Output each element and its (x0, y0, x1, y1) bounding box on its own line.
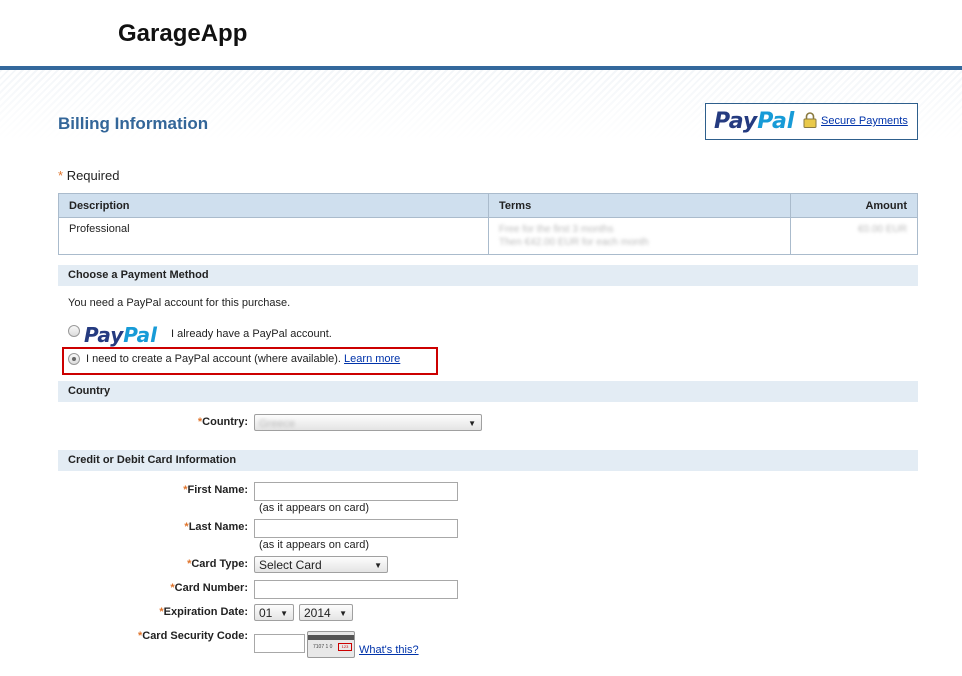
exp-year-value: 2014 (304, 606, 331, 620)
amount-value: €0.00 EUR (858, 224, 907, 235)
chevron-down-icon: ▼ (339, 609, 347, 618)
security-code-input[interactable] (254, 634, 305, 653)
header: GarageApp (0, 0, 962, 66)
radio-existing-paypal[interactable] (68, 325, 80, 337)
header-amount: Amount (790, 193, 918, 218)
section-title: Credit or Debit Card Information (68, 454, 237, 466)
card-type-label-text: Card Type: (191, 558, 248, 570)
first-name-label-text: First Name: (187, 484, 248, 496)
paypal-logo: PayPal (714, 109, 794, 134)
learn-more-link[interactable]: Learn more (344, 353, 400, 365)
radio-selected-dot (72, 357, 76, 361)
country-select[interactable]: Greece ▼ (254, 414, 482, 431)
required-note: * Required (58, 168, 119, 183)
app-title: GarageApp (118, 20, 248, 47)
whats-this-link[interactable]: What's this? (359, 644, 419, 656)
required-text: Required (66, 168, 120, 183)
paypal-logo-pay: Pay (714, 109, 758, 134)
last-name-label-text: Last Name: (188, 521, 248, 533)
cell-amount: €0.00 EUR (790, 217, 918, 255)
page-title: Billing Information (58, 114, 209, 133)
existing-paypal-label[interactable]: I already have a PayPal account. (171, 328, 332, 340)
paypal-logo-pay: Pay (84, 323, 124, 347)
card-type-select[interactable]: Select Card ▼ (254, 556, 388, 573)
exp-month-value: 01 (259, 606, 273, 620)
last-name-label: *Last Name: (100, 521, 248, 533)
expiration-label-text: Expiration Date: (163, 606, 248, 618)
header-description: Description (58, 193, 489, 218)
paypal-logo-pal: Pal (757, 109, 795, 134)
header-terms: Terms (488, 193, 791, 218)
lock-icon (803, 112, 817, 128)
security-code-label-text: Card Security Code: (142, 630, 248, 642)
card-security-code-icon: 7107 1 0 123 (307, 631, 355, 658)
secure-payments-link[interactable]: Secure Payments (821, 115, 908, 127)
chevron-down-icon: ▼ (374, 561, 382, 570)
card-image-number: 7107 1 0 (313, 644, 333, 650)
country-section: Country (58, 381, 918, 402)
cell-description: Professional (58, 217, 489, 255)
payment-note: You need a PayPal account for this purch… (68, 297, 291, 309)
card-number-label: *Card Number: (100, 582, 248, 594)
paypal-secure-badge: PayPal Secure Payments (705, 103, 918, 140)
last-name-hint: (as it appears on card) (259, 539, 370, 551)
first-name-input[interactable] (254, 482, 458, 501)
create-account-label[interactable]: I need to create a PayPal account (where… (86, 353, 341, 365)
radio-create-paypal[interactable] (68, 353, 80, 365)
order-summary-table: Description Terms Amount Professional Fr… (58, 193, 918, 255)
table-row: Professional Free for the first 3 months… (58, 217, 918, 255)
paypal-logo-pal: Pal (123, 323, 158, 347)
country-label: *Country: (150, 416, 248, 428)
expiration-label: *Expiration Date: (100, 606, 248, 618)
terms-line-1: Free for the first 3 months (499, 224, 614, 235)
expiration-month-select[interactable]: 01 ▼ (254, 604, 294, 621)
card-type-value: Select Card (259, 558, 322, 572)
chevron-down-icon: ▼ (468, 419, 476, 428)
section-title: Country (68, 385, 111, 397)
table-header-row: Description Terms Amount (58, 193, 918, 218)
required-star: * (58, 168, 64, 183)
terms-line-2: Then €42.00 EUR for each month (499, 237, 649, 248)
chevron-down-icon: ▼ (280, 609, 288, 618)
card-section: Credit or Debit Card Information (58, 450, 918, 471)
card-number-input[interactable] (254, 580, 458, 599)
last-name-input[interactable] (254, 519, 458, 538)
card-image-cvv: 123 (338, 643, 352, 651)
paypal-logo: PayPal (84, 323, 157, 347)
security-code-label: *Card Security Code: (100, 630, 248, 642)
create-account-option: I need to create a PayPal account (where… (86, 353, 400, 365)
cell-terms: Free for the first 3 months Then €42.00 … (488, 217, 791, 255)
card-number-label-text: Card Number: (174, 582, 248, 594)
country-label-text: Country: (202, 416, 248, 428)
first-name-label: *First Name: (100, 484, 248, 496)
first-name-hint: (as it appears on card) (259, 502, 370, 514)
payment-method-section: Choose a Payment Method (58, 265, 918, 286)
country-value: Greece (259, 418, 296, 430)
card-stripe (308, 635, 354, 640)
expiration-year-select[interactable]: 2014 ▼ (299, 604, 353, 621)
card-type-label: *Card Type: (100, 558, 248, 570)
section-title: Choose a Payment Method (68, 269, 209, 281)
